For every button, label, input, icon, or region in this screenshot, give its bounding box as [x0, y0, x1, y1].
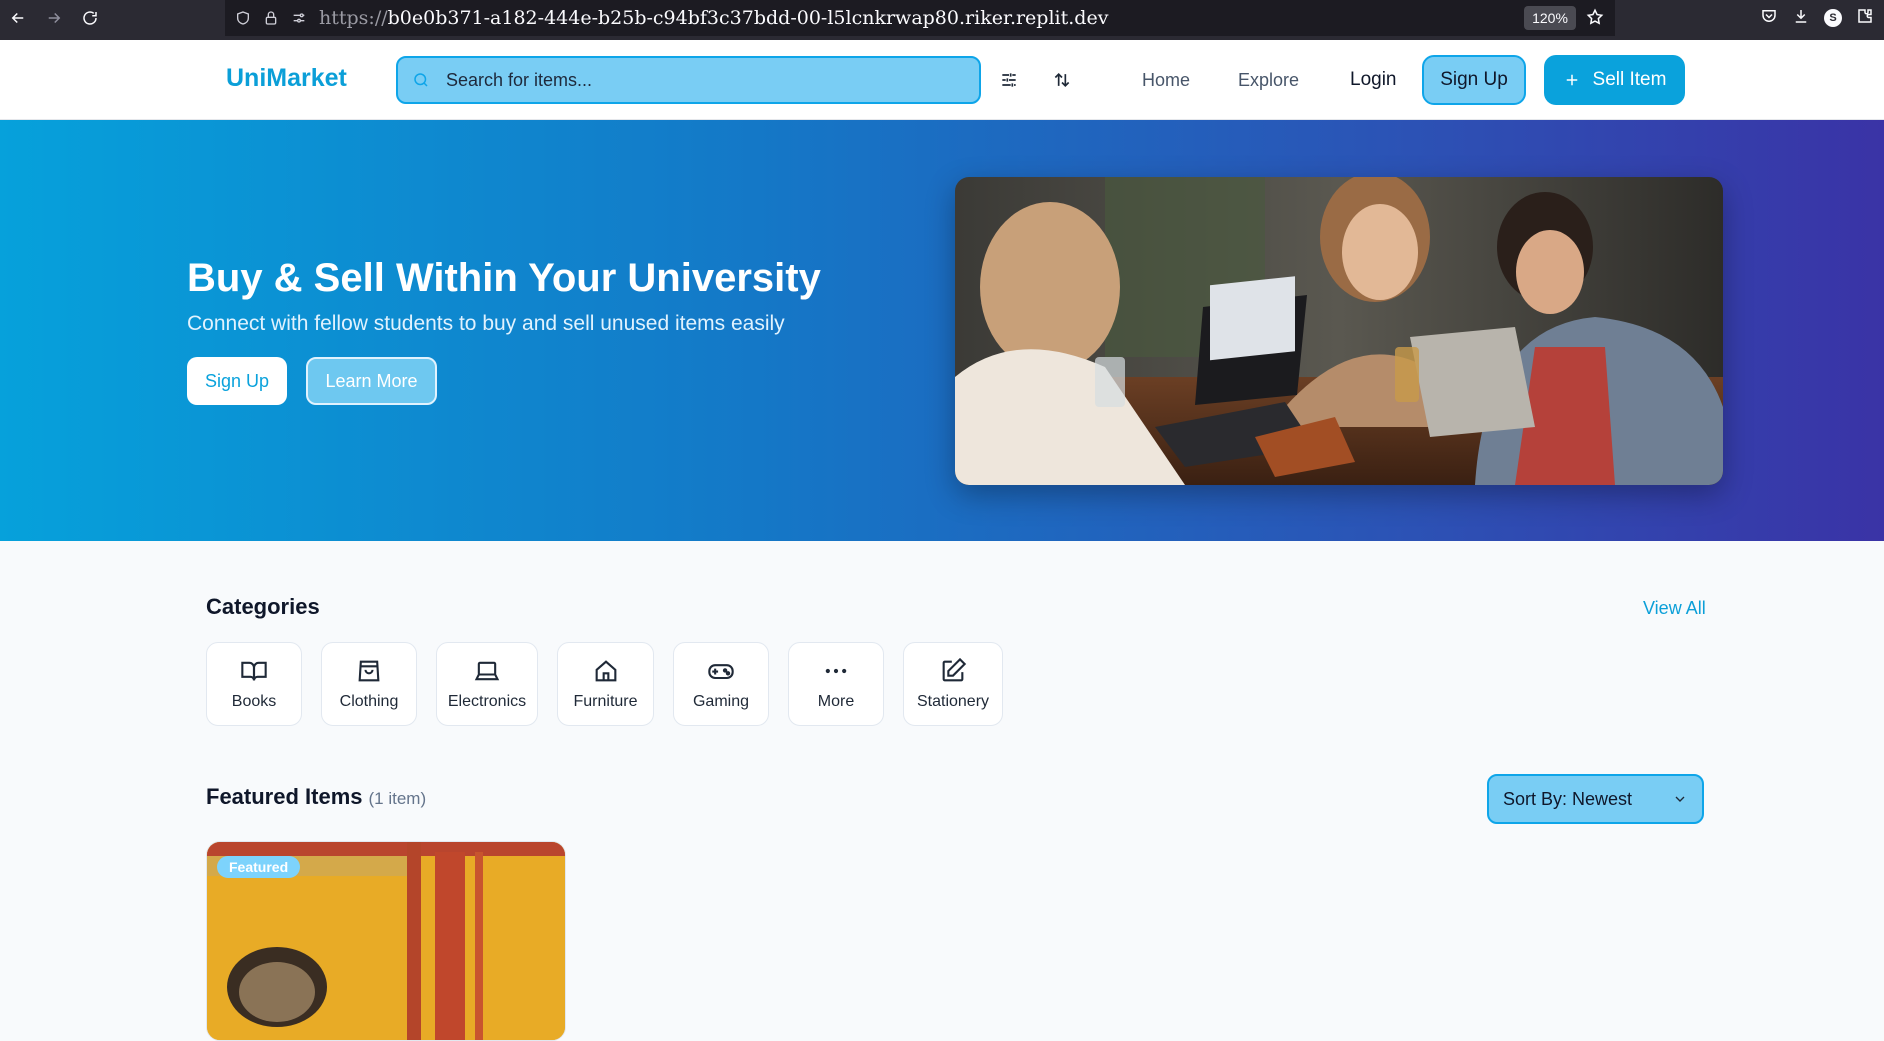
category-more[interactable]: More [788, 642, 884, 726]
book-icon [241, 661, 267, 681]
pocket-icon[interactable] [1760, 7, 1778, 30]
category-label: Books [231, 693, 277, 710]
nav-explore[interactable]: Explore [1238, 70, 1299, 91]
permissions-icon [291, 9, 309, 27]
zoom-level[interactable]: 120% [1524, 6, 1576, 30]
category-electronics[interactable]: Electronics [436, 642, 538, 726]
filter-sliders-icon[interactable] [997, 68, 1021, 92]
category-clothing[interactable]: Clothing [321, 642, 417, 726]
category-label: More [817, 693, 855, 710]
url-scheme: https:// [319, 7, 388, 29]
sort-label: Sort By: Newest [1503, 788, 1633, 809]
search-bar[interactable] [396, 56, 981, 104]
view-all-link[interactable]: View All [1643, 598, 1706, 619]
site-logo[interactable]: UniMarket [226, 64, 347, 93]
featured-title-text: Featured Items [206, 784, 363, 809]
search-icon [412, 71, 430, 89]
category-label: Furniture [573, 693, 638, 710]
more-dots-icon [825, 668, 847, 674]
gamepad-icon [708, 664, 734, 680]
home-icon [595, 660, 616, 682]
sort-dropdown[interactable]: Sort By: Newest [1487, 774, 1704, 824]
extensions-icon[interactable] [1856, 7, 1874, 30]
category-gaming[interactable]: Gaming [673, 642, 769, 726]
category-label: Gaming [692, 693, 750, 710]
hero-banner: Buy & Sell Within Your University Connec… [0, 120, 1884, 541]
category-label: Clothing [339, 693, 399, 710]
pencil-edit-icon [942, 657, 967, 682]
signup-button[interactable]: Sign Up [1422, 55, 1526, 105]
category-list: Books Clothing Electronics Furniture Gam… [206, 642, 1003, 726]
plus-icon [1566, 74, 1577, 86]
search-input[interactable] [446, 69, 946, 91]
bookmark-star-icon[interactable] [1586, 8, 1604, 31]
featured-count: (1 item) [368, 789, 427, 808]
hero-learn-more-button[interactable]: Learn More [306, 357, 437, 405]
category-furniture[interactable]: Furniture [557, 642, 654, 726]
featured-item-card[interactable]: Featured [206, 841, 566, 1041]
back-icon[interactable] [0, 0, 36, 36]
laptop-icon [474, 661, 500, 681]
url-bar[interactable]: https://b0e0b371-a182-444e-b25b-c94bf3c3… [225, 0, 1615, 36]
featured-title: Featured Items (1 item) [206, 784, 426, 810]
forward-icon[interactable] [36, 0, 72, 36]
download-icon[interactable] [1792, 7, 1810, 30]
hero-title: Buy & Sell Within Your University [187, 256, 821, 300]
login-link[interactable]: Login [1350, 69, 1397, 91]
lock-icon [263, 9, 281, 27]
chevron-down-icon [1675, 796, 1685, 802]
url-host: b0e0b371-a182-444e-b25b-c94bf3c37bdd-00-… [387, 7, 1109, 29]
category-stationery[interactable]: Stationery [903, 642, 1003, 726]
sort-arrows-icon[interactable] [1050, 68, 1074, 92]
hero-signup-button[interactable]: Sign Up [187, 357, 287, 405]
shield-icon [235, 9, 253, 27]
site-header: UniMarket Home Explore Login Sign Up Sel… [0, 40, 1884, 120]
categories-title: Categories [206, 594, 320, 619]
hero-subtitle: Connect with fellow students to buy and … [187, 312, 785, 335]
sell-item-button[interactable]: Sell Item [1544, 55, 1685, 105]
sell-item-label: Sell Item [1592, 69, 1667, 90]
shopping-bag-icon [358, 660, 380, 682]
browser-toolbar: https://b0e0b371-a182-444e-b25b-c94bf3c3… [0, 0, 1884, 40]
category-label: Stationery [916, 693, 990, 710]
featured-badge: Featured [217, 856, 301, 878]
profile-avatar[interactable]: S [1824, 9, 1842, 27]
category-label: Electronics [447, 693, 527, 710]
reload-icon[interactable] [72, 0, 108, 36]
category-books[interactable]: Books [206, 642, 302, 726]
hero-students-image [955, 177, 1723, 485]
nav-home[interactable]: Home [1142, 70, 1190, 91]
